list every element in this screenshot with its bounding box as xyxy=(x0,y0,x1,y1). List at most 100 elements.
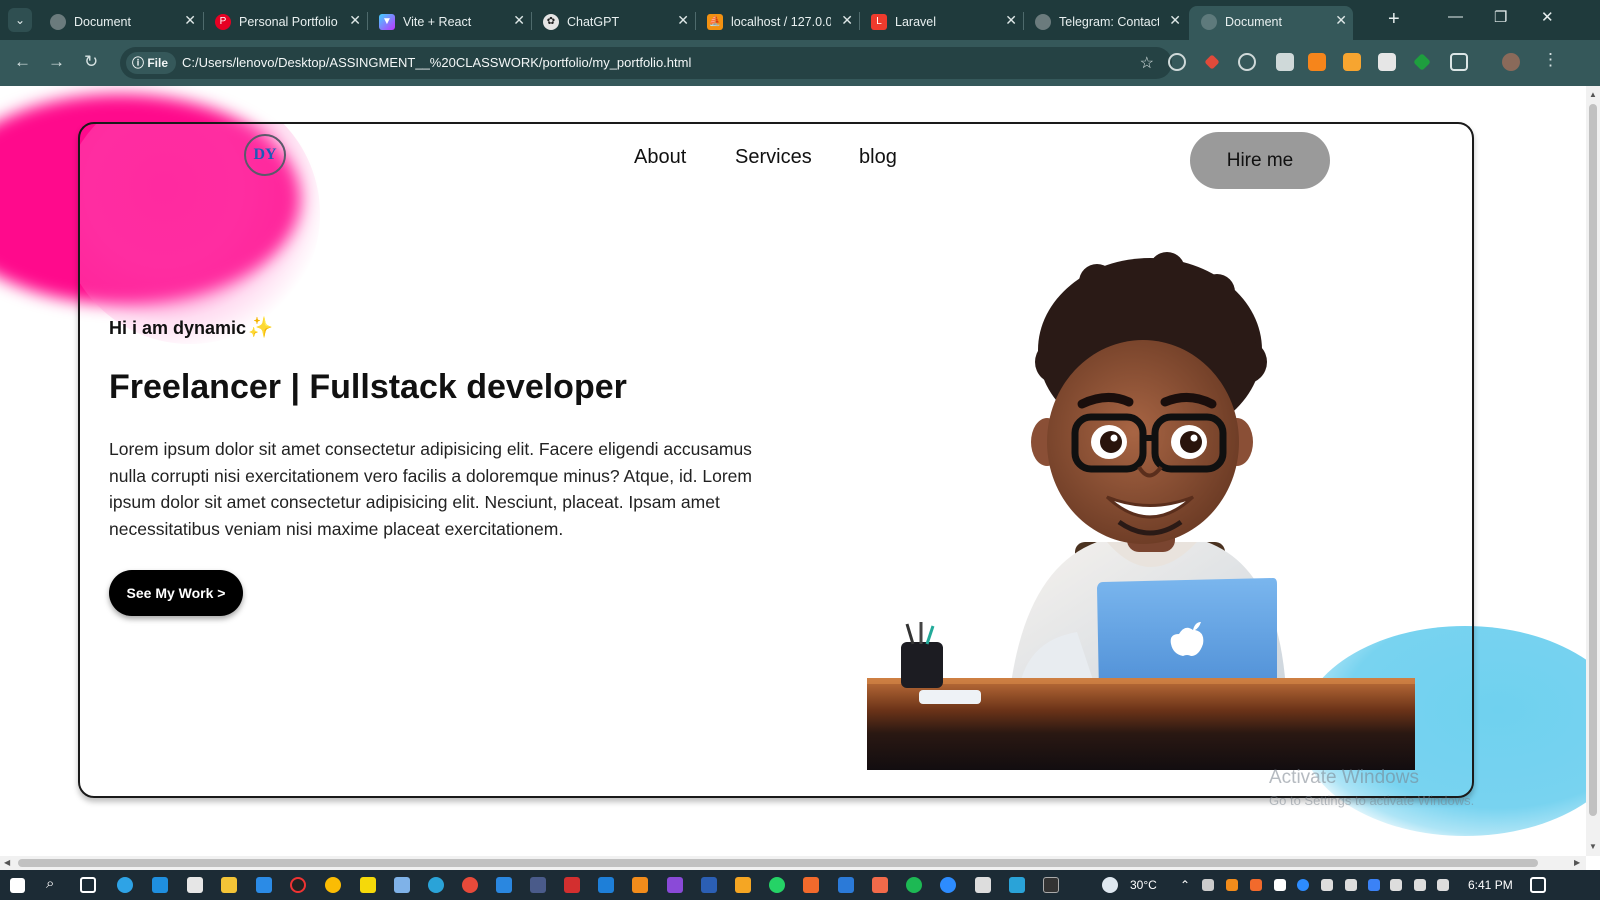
tab-vite-react[interactable]: ▼ Vite + React ✕ xyxy=(367,6,531,40)
close-tab-icon[interactable]: ✕ xyxy=(841,12,853,29)
scroll-right-arrow-icon[interactable]: ▶ xyxy=(1574,858,1580,867)
sticky-notes-icon[interactable] xyxy=(360,877,376,893)
tray-icon[interactable] xyxy=(1321,879,1333,891)
scroll-down-arrow-icon[interactable]: ▼ xyxy=(1589,842,1597,851)
chrome-alt-icon[interactable] xyxy=(462,877,478,893)
app-icon[interactable] xyxy=(394,877,410,893)
extension-icon[interactable] xyxy=(1168,53,1186,71)
close-tab-icon[interactable]: ✕ xyxy=(677,12,689,29)
extension-icon[interactable] xyxy=(1238,53,1256,71)
clock[interactable]: 6:41 PM xyxy=(1468,878,1513,892)
scroll-up-arrow-icon[interactable]: ▲ xyxy=(1589,90,1597,99)
restore-button[interactable]: ❐ xyxy=(1494,8,1507,26)
logo[interactable]: DY xyxy=(244,134,286,176)
app-icon[interactable] xyxy=(872,877,888,893)
kebab-menu-icon[interactable]: ⋮ xyxy=(1542,50,1559,70)
extension-icon[interactable] xyxy=(1413,53,1431,71)
tray-icon[interactable] xyxy=(1202,879,1214,891)
app-icon[interactable] xyxy=(530,877,546,893)
spotify-icon[interactable] xyxy=(906,877,922,893)
chat-icon[interactable] xyxy=(496,877,512,893)
chrome-icon[interactable] xyxy=(325,877,341,893)
task-view-icon[interactable] xyxy=(80,877,96,893)
url-text[interactable]: C:/Users/lenovo/Desktop/ASSINGMENT__%20C… xyxy=(182,55,691,70)
nav-about[interactable]: About xyxy=(634,146,686,169)
terminal-icon[interactable] xyxy=(1043,877,1059,893)
nav-blog[interactable]: blog xyxy=(859,146,897,169)
record-icon[interactable] xyxy=(290,877,306,893)
weather-icon[interactable] xyxy=(1102,877,1118,893)
vertical-scroll-thumb[interactable] xyxy=(1589,104,1597,816)
windows-start-icon[interactable] xyxy=(10,878,25,893)
tab-laravel[interactable]: L Laravel ✕ xyxy=(859,6,1023,40)
puzzle-extensions-icon[interactable] xyxy=(1450,53,1468,71)
close-tab-icon[interactable]: ✕ xyxy=(1169,12,1181,29)
see-my-work-button[interactable]: See My Work > xyxy=(109,570,243,616)
back-button[interactable]: ← xyxy=(14,52,31,72)
tab-document-active[interactable]: Document ✕ xyxy=(1189,6,1353,40)
horizontal-scrollbar[interactable]: ◀ ▶ xyxy=(0,856,1586,870)
horizontal-scroll-thumb[interactable] xyxy=(18,859,1538,867)
app-icon[interactable] xyxy=(564,877,580,893)
cloud-icon[interactable] xyxy=(1414,879,1426,891)
app-icon[interactable] xyxy=(598,877,614,893)
tab-personal-portfolio[interactable]: P Personal Portfolio ✕ xyxy=(203,6,367,40)
app-icon[interactable] xyxy=(803,877,819,893)
vscode-icon[interactable] xyxy=(256,877,272,893)
minimize-button[interactable]: — xyxy=(1448,8,1463,25)
tab-telegram[interactable]: Telegram: Contact ✕ xyxy=(1023,6,1187,40)
close-tab-icon[interactable]: ✕ xyxy=(349,12,361,29)
word-icon[interactable] xyxy=(701,877,717,893)
whatsapp-icon[interactable] xyxy=(769,877,785,893)
tab-localhost[interactable]: ⛵ localhost / 127.0.0 ✕ xyxy=(695,6,859,40)
close-tab-icon[interactable]: ✕ xyxy=(184,12,196,29)
app-icon[interactable] xyxy=(838,877,854,893)
site-info-chip[interactable]: ⓘ File xyxy=(126,52,177,74)
hire-me-button[interactable]: Hire me xyxy=(1190,132,1330,189)
tab-chatgpt[interactable]: ✿ ChatGPT ✕ xyxy=(531,6,695,40)
battery-icon[interactable] xyxy=(1345,879,1357,891)
close-tab-icon[interactable]: ✕ xyxy=(1005,12,1017,29)
tray-icon[interactable] xyxy=(1226,879,1238,891)
edge-icon[interactable] xyxy=(117,877,133,893)
telegram-icon[interactable] xyxy=(428,877,444,893)
profile-avatar[interactable] xyxy=(1502,53,1520,71)
bookmark-star-icon[interactable]: ☆ xyxy=(1140,53,1154,73)
metamask-icon[interactable] xyxy=(1308,53,1326,71)
app-icon[interactable] xyxy=(735,877,751,893)
extension-icon[interactable] xyxy=(1204,54,1220,70)
weather-temp[interactable]: 30°C xyxy=(1130,878,1157,892)
vertical-scrollbar[interactable]: ▲ ▼ xyxy=(1586,86,1600,856)
volume-icon[interactable] xyxy=(1437,879,1449,891)
chevron-up-icon[interactable]: ⌃ xyxy=(1180,878,1190,892)
photos-icon[interactable] xyxy=(975,877,991,893)
store-icon[interactable] xyxy=(152,877,168,893)
notifications-icon[interactable] xyxy=(1530,877,1546,893)
bluetooth-icon[interactable] xyxy=(1368,879,1380,891)
app-icon[interactable] xyxy=(667,877,683,893)
scroll-left-arrow-icon[interactable]: ◀ xyxy=(4,858,10,867)
zoom-tray-icon[interactable] xyxy=(1297,879,1309,891)
reload-button[interactable]: ↻ xyxy=(84,52,98,72)
close-tab-icon[interactable]: ✕ xyxy=(1335,12,1347,29)
extension-icon[interactable] xyxy=(1378,53,1396,71)
network-icon[interactable] xyxy=(1390,879,1402,891)
new-tab-button[interactable]: + xyxy=(1388,8,1400,31)
mail-icon[interactable] xyxy=(187,877,203,893)
tab-document-1[interactable]: Document ✕ xyxy=(38,6,202,40)
close-window-button[interactable]: ✕ xyxy=(1541,8,1554,26)
tray-icon[interactable] xyxy=(1250,879,1262,891)
forward-button[interactable]: → xyxy=(48,52,65,72)
tray-icon[interactable] xyxy=(1274,879,1286,891)
extension-icon[interactable] xyxy=(1343,53,1361,71)
search-icon[interactable]: ⌕ xyxy=(46,875,54,892)
nav-services[interactable]: Services xyxy=(735,146,812,169)
telegram-icon[interactable] xyxy=(1009,877,1025,893)
vlc-icon[interactable] xyxy=(632,877,648,893)
tab-search-button[interactable]: ⌄ xyxy=(8,8,32,32)
file-explorer-icon[interactable] xyxy=(221,877,237,893)
address-bar[interactable]: ⓘ File C:/Users/lenovo/Desktop/ASSINGMEN… xyxy=(120,47,1172,79)
zoom-icon[interactable] xyxy=(940,877,956,893)
close-tab-icon[interactable]: ✕ xyxy=(513,12,525,29)
extension-off-icon[interactable] xyxy=(1276,53,1294,71)
